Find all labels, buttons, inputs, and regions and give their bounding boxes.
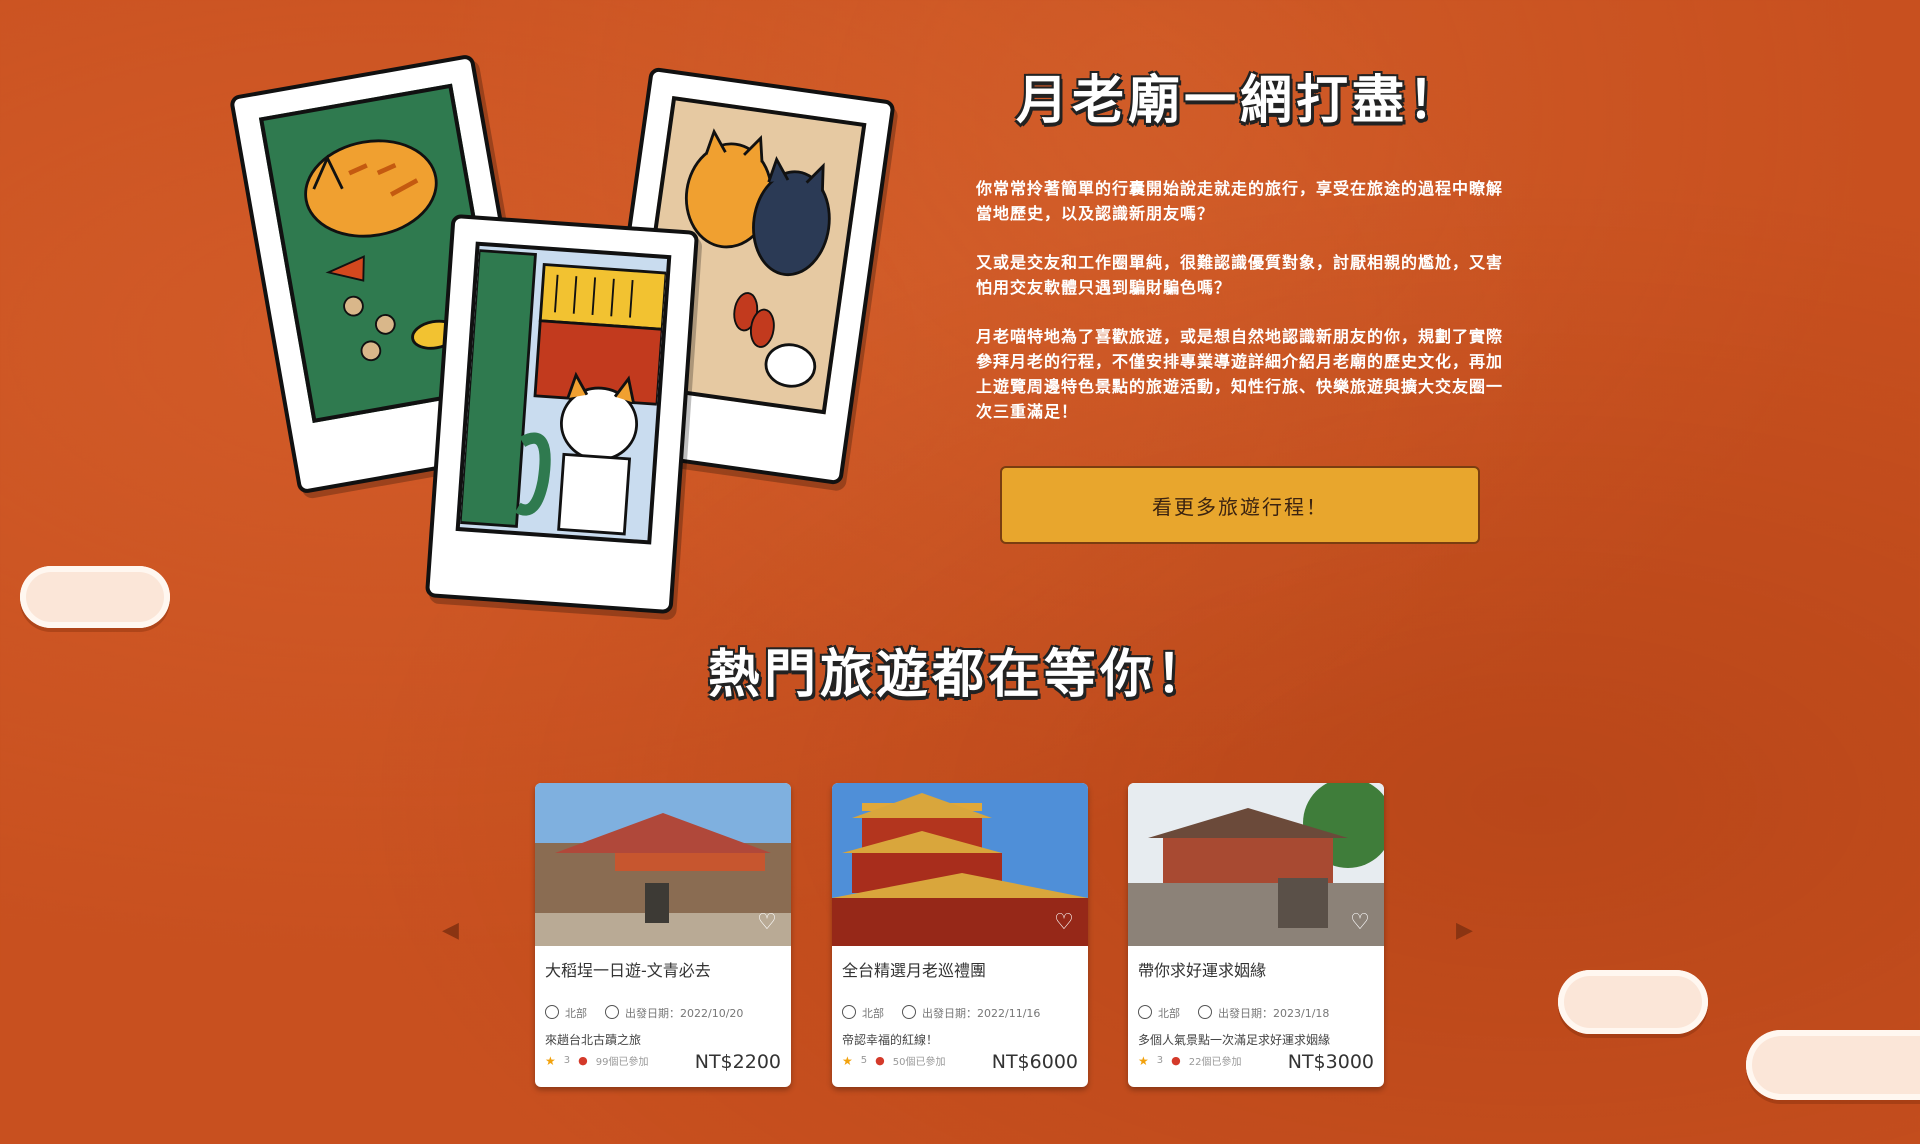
trip-photo-palace [832,783,1088,946]
section-title-moon-temple: 月老廟一網打盡！ [1015,71,1464,131]
trip-stats: ★ 3 ● 22個已參加 [1138,1053,1242,1069]
cloud-decoration-right [1558,970,1708,1034]
participants-count: 99個已參加 [595,1057,649,1068]
trip-region: 北部 [1138,1005,1180,1021]
star-icon: ★ [545,1053,556,1068]
rating-value: 5 [860,1055,868,1066]
rating-value: 3 [1156,1055,1164,1066]
trip-meta: 北部 出發日期：2022/11/16 [842,1005,1040,1021]
carousel-next-arrow[interactable]: ▶ [1456,918,1473,943]
trip-description: 多個人氣景點一次滿足求好運求姻緣 [1138,1033,1331,1047]
trip-title: 全台精選月老巡禮團 [842,961,987,980]
trip-meta: 北部 出發日期：2023/1/18 [1138,1005,1329,1021]
participants-count: 22個已參加 [1188,1057,1242,1068]
clock-icon [605,1005,619,1019]
intro-paragraph-2: 又或是交友和工作圈單純，很難認識優質對象，討厭相親的尷尬，又害怕用交友軟體只遇到… [976,253,1504,297]
region-text: 北部 [862,1007,884,1020]
intro-text: 你常常拎著簡單的行囊開始說走就走的旅行，享受在旅途的過程中瞭解當地歷史，以及認識… [976,176,1504,448]
trip-region: 北部 [545,1005,587,1021]
trip-description: 來趟台北古蹟之旅 [545,1033,642,1047]
favorite-heart-icon[interactable]: ♡ [1348,911,1372,935]
clock-icon [1198,1005,1212,1019]
location-icon [842,1005,856,1019]
location-icon [1138,1005,1152,1019]
cloud-decoration-corner [1746,1030,1920,1100]
carousel-prev-arrow[interactable]: ◀ [442,918,459,943]
favorite-heart-icon[interactable]: ♡ [755,911,779,935]
trip-date: 出發日期：2023/1/18 [1198,1005,1329,1021]
clock-icon [902,1005,916,1019]
trip-price: NT$2200 [694,1051,781,1073]
trip-title: 帶你求好運求姻緣 [1138,961,1267,980]
trip-stats: ★ 5 ● 50個已參加 [842,1053,946,1069]
intro-paragraph-1: 你常常拎著簡單的行囊開始說走就走的旅行，享受在旅途的過程中瞭解當地歷史，以及認識… [976,179,1504,223]
date-text: 出發日期：2022/11/16 [922,1007,1041,1020]
participants-icon: ● [875,1054,885,1067]
trip-card[interactable]: ♡ 大稻埕一日遊-文青必去 北部 出發日期：2022/10/20 來趟台北古蹟之… [535,783,791,1087]
trip-card[interactable]: ♡ 全台精選月老巡禮團 北部 出發日期：2022/11/16 帝認幸福的紅線！ … [832,783,1088,1087]
trip-date: 出發日期：2022/11/16 [902,1005,1040,1021]
star-icon: ★ [842,1053,853,1068]
cloud-decoration-left [20,566,170,628]
date-text: 出發日期：2022/10/20 [625,1007,744,1020]
star-icon: ★ [1138,1053,1149,1068]
trip-description: 帝認幸福的紅線！ [842,1033,939,1047]
trip-region: 北部 [842,1005,884,1021]
region-text: 北部 [1158,1007,1180,1020]
location-icon [545,1005,559,1019]
temple-cat-drawing [458,249,668,536]
trip-price: NT$3000 [1287,1051,1374,1073]
trip-card[interactable]: ♡ 帶你求好運求姻緣 北部 出發日期：2023/1/18 多個人氣景點一次滿足求… [1128,783,1384,1087]
trip-price: NT$6000 [991,1051,1078,1073]
rating-value: 3 [563,1055,571,1066]
favorite-heart-icon[interactable]: ♡ [1052,911,1076,935]
trip-stats: ★ 3 ● 99個已參加 [545,1053,649,1069]
trip-photo-temple [1128,783,1384,946]
more-trips-button[interactable]: 看更多旅遊行程！ [1000,466,1480,544]
participants-icon: ● [578,1054,588,1067]
trip-title: 大稻埕一日遊-文青必去 [545,961,711,980]
section-title-popular-trips: 熱門旅遊都在等你！ [707,645,1212,705]
intro-paragraph-3: 月老喵特地為了喜歡旅遊，或是想自然地認識新朋友的你，規劃了實際參拜月老的行程，不… [976,327,1504,421]
participants-count: 50個已參加 [892,1057,946,1068]
date-text: 出發日期：2023/1/18 [1218,1007,1330,1020]
trip-meta: 北部 出發日期：2022/10/20 [545,1005,743,1021]
participants-icon: ● [1171,1054,1181,1067]
trip-photo-dadaocheng [535,783,791,946]
region-text: 北部 [565,1007,587,1020]
trip-date: 出發日期：2022/10/20 [605,1005,743,1021]
polaroid-temple-cat [424,213,700,615]
